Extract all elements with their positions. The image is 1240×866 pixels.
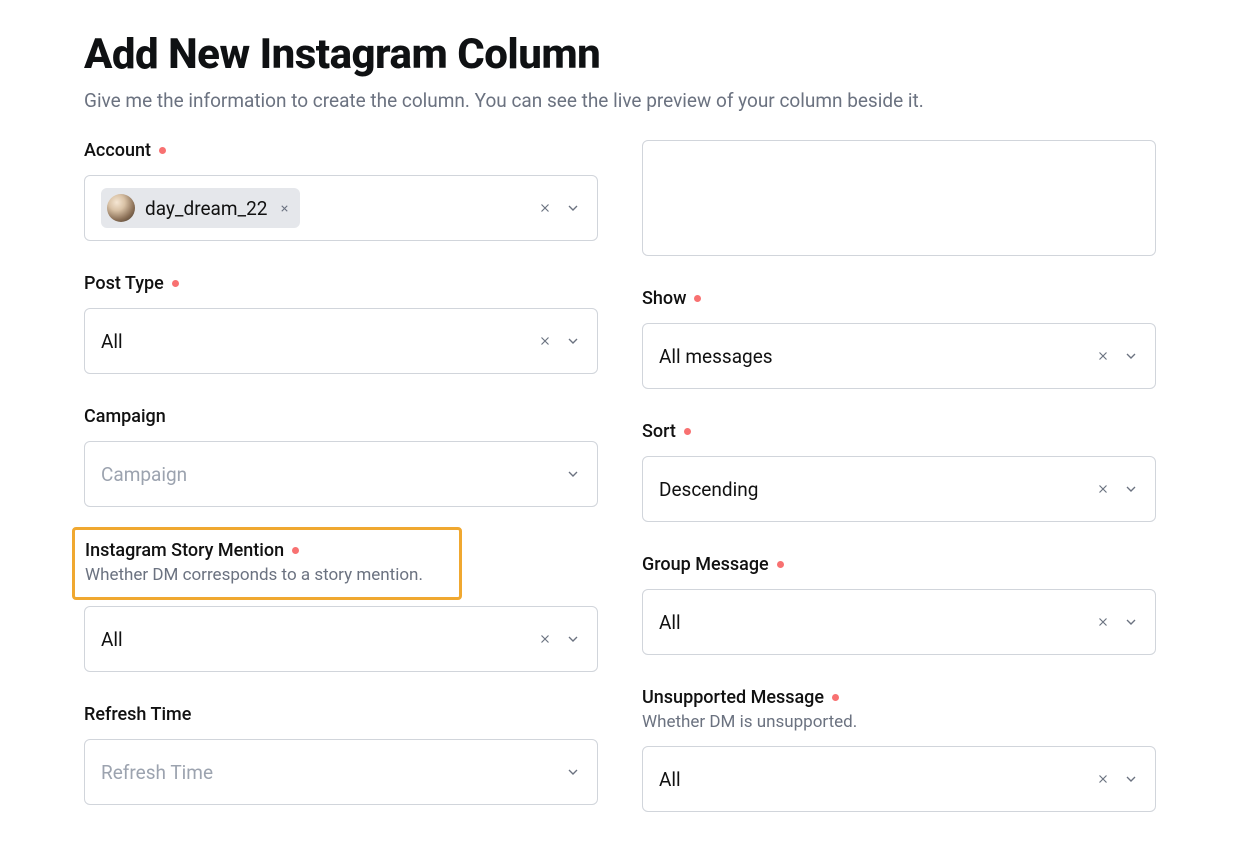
post-type-value: All [101, 330, 123, 353]
field-story-mention: Instagram Story Mention Whether DM corre… [84, 539, 598, 672]
required-dot-icon [159, 147, 166, 154]
account-select[interactable]: day_dream_22 [84, 175, 598, 241]
sort-label-text: Sort [642, 421, 676, 442]
preview-textarea[interactable] [642, 140, 1156, 256]
right-column: Show All messages [642, 140, 1156, 812]
chevron-down-icon[interactable] [565, 466, 581, 482]
clear-icon[interactable] [537, 200, 553, 216]
avatar [107, 194, 135, 222]
story-mention-label: Instagram Story Mention [85, 540, 447, 561]
chevron-down-icon[interactable] [565, 764, 581, 780]
required-dot-icon [172, 280, 179, 287]
required-dot-icon [694, 295, 701, 302]
page-subtitle: Give me the information to create the co… [84, 89, 1156, 112]
field-post-type: Post Type All [84, 273, 598, 374]
page-title: Add New Instagram Column [84, 30, 1156, 79]
campaign-label: Campaign [84, 406, 598, 427]
story-mention-label-text: Instagram Story Mention [85, 540, 284, 561]
field-refresh-time: Refresh Time Refresh Time [84, 704, 598, 805]
chevron-down-icon[interactable] [565, 333, 581, 349]
required-dot-icon [292, 547, 299, 554]
story-mention-sublabel: Whether DM corresponds to a story mentio… [85, 565, 447, 585]
chevron-down-icon[interactable] [1123, 481, 1139, 497]
campaign-placeholder: Campaign [101, 463, 187, 486]
required-dot-icon [832, 694, 839, 701]
chevron-down-icon[interactable] [1123, 771, 1139, 787]
field-campaign: Campaign Campaign [84, 406, 598, 507]
clear-icon[interactable] [1095, 614, 1111, 630]
group-message-value: All [659, 611, 681, 634]
field-group-message: Group Message All [642, 554, 1156, 655]
left-column: Account day_dream_22 [84, 140, 598, 812]
post-type-label: Post Type [84, 273, 598, 294]
close-icon[interactable] [279, 199, 290, 218]
account-chip[interactable]: day_dream_22 [101, 188, 300, 228]
clear-icon[interactable] [537, 333, 553, 349]
sort-select[interactable]: Descending [642, 456, 1156, 522]
clear-icon[interactable] [1095, 771, 1111, 787]
story-mention-value: All [101, 628, 123, 651]
add-column-panel: Add New Instagram Column Give me the inf… [0, 0, 1240, 866]
account-label-text: Account [84, 140, 151, 161]
sort-label: Sort [642, 421, 1156, 442]
refresh-time-select[interactable]: Refresh Time [84, 739, 598, 805]
unsupported-label: Unsupported Message [642, 687, 1156, 708]
required-dot-icon [777, 561, 784, 568]
unsupported-value: All [659, 768, 681, 791]
field-show: Show All messages [642, 288, 1156, 389]
group-message-select[interactable]: All [642, 589, 1156, 655]
show-select[interactable]: All messages [642, 323, 1156, 389]
form-columns: Account day_dream_22 [84, 140, 1156, 812]
story-mention-select[interactable]: All [84, 606, 598, 672]
show-value: All messages [659, 345, 773, 368]
group-message-label: Group Message [642, 554, 1156, 575]
post-type-select[interactable]: All [84, 308, 598, 374]
account-chip-text: day_dream_22 [145, 197, 267, 220]
clear-icon[interactable] [1095, 481, 1111, 497]
group-message-label-text: Group Message [642, 554, 769, 575]
show-label: Show [642, 288, 1156, 309]
refresh-time-label-text: Refresh Time [84, 704, 191, 725]
sort-value: Descending [659, 478, 758, 501]
campaign-label-text: Campaign [84, 406, 166, 427]
post-type-label-text: Post Type [84, 273, 164, 294]
clear-icon[interactable] [537, 631, 553, 647]
highlight-callout: Instagram Story Mention Whether DM corre… [72, 527, 462, 600]
required-dot-icon [684, 428, 691, 435]
campaign-select[interactable]: Campaign [84, 441, 598, 507]
show-label-text: Show [642, 288, 686, 309]
unsupported-sublabel: Whether DM is unsupported. [642, 712, 1156, 732]
refresh-time-placeholder: Refresh Time [101, 761, 213, 784]
field-account: Account day_dream_22 [84, 140, 598, 241]
field-unsupported-message: Unsupported Message Whether DM is unsupp… [642, 687, 1156, 812]
unsupported-select[interactable]: All [642, 746, 1156, 812]
account-label: Account [84, 140, 598, 161]
unsupported-label-text: Unsupported Message [642, 687, 824, 708]
chevron-down-icon[interactable] [565, 631, 581, 647]
chevron-down-icon[interactable] [1123, 348, 1139, 364]
chevron-down-icon[interactable] [1123, 614, 1139, 630]
chevron-down-icon[interactable] [565, 200, 581, 216]
clear-icon[interactable] [1095, 348, 1111, 364]
field-sort: Sort Descending [642, 421, 1156, 522]
refresh-time-label: Refresh Time [84, 704, 598, 725]
